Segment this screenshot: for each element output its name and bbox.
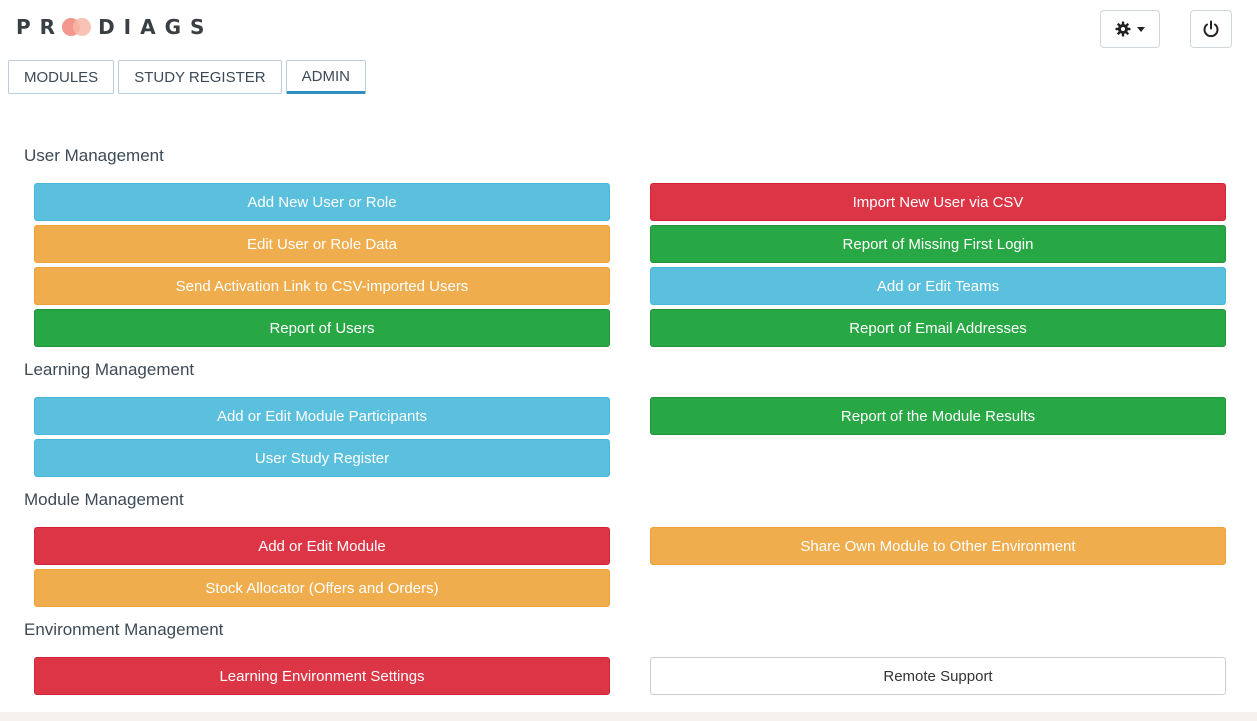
report-of-email-addresses-button[interactable]: Report of Email Addresses (650, 309, 1226, 347)
remote-support-button[interactable]: Remote Support (650, 657, 1226, 695)
send-activation-link-button[interactable]: Send Activation Link to CSV-imported Use… (34, 267, 610, 305)
add-new-user-or-role-button[interactable]: Add New User or Role (34, 183, 610, 221)
background-strip (0, 712, 1257, 721)
section-title-learning-management: Learning Management (24, 360, 195, 379)
power-icon (1203, 20, 1219, 38)
tab-modules[interactable]: MODULES (8, 60, 115, 94)
learning-environment-settings-button[interactable]: Learning Environment Settings (34, 657, 610, 695)
prodiags-logo: PR DIAGS (16, 14, 213, 40)
report-of-module-results-button[interactable]: Report of the Module Results (650, 397, 1226, 435)
main-tabs: MODULES STUDY REGISTER ADMIN (8, 60, 366, 94)
user-study-register-button[interactable]: User Study Register (34, 439, 610, 477)
logo-text-start: PR (16, 15, 65, 39)
add-or-edit-teams-button[interactable]: Add or Edit Teams (650, 267, 1226, 305)
report-of-users-button[interactable]: Report of Users (34, 309, 610, 347)
settings-dropdown-button[interactable] (1100, 10, 1160, 48)
tab-study-register[interactable]: STUDY REGISTER (118, 60, 282, 94)
edit-user-or-role-data-button[interactable]: Edit User or Role Data (34, 225, 610, 263)
add-or-edit-module-button[interactable]: Add or Edit Module (34, 527, 610, 565)
report-missing-first-login-button[interactable]: Report of Missing First Login (650, 225, 1226, 263)
section-title-user-management: User Management (24, 146, 164, 165)
logo-circles-icon (62, 16, 92, 38)
stock-allocator-button[interactable]: Stock Allocator (Offers and Orders) (34, 569, 610, 607)
gear-icon (1115, 21, 1131, 37)
import-new-user-via-csv-button[interactable]: Import New User via CSV (650, 183, 1226, 221)
section-title-environment-management: Environment Management (24, 620, 224, 639)
section-title-module-management: Module Management (24, 490, 184, 509)
tab-admin[interactable]: ADMIN (285, 60, 366, 94)
share-own-module-button[interactable]: Share Own Module to Other Environment (650, 527, 1226, 565)
add-or-edit-module-participants-button[interactable]: Add or Edit Module Participants (34, 397, 610, 435)
logout-button[interactable] (1190, 10, 1232, 48)
caret-down-icon (1137, 26, 1145, 32)
logo-text-end: DIAGS (98, 15, 214, 39)
